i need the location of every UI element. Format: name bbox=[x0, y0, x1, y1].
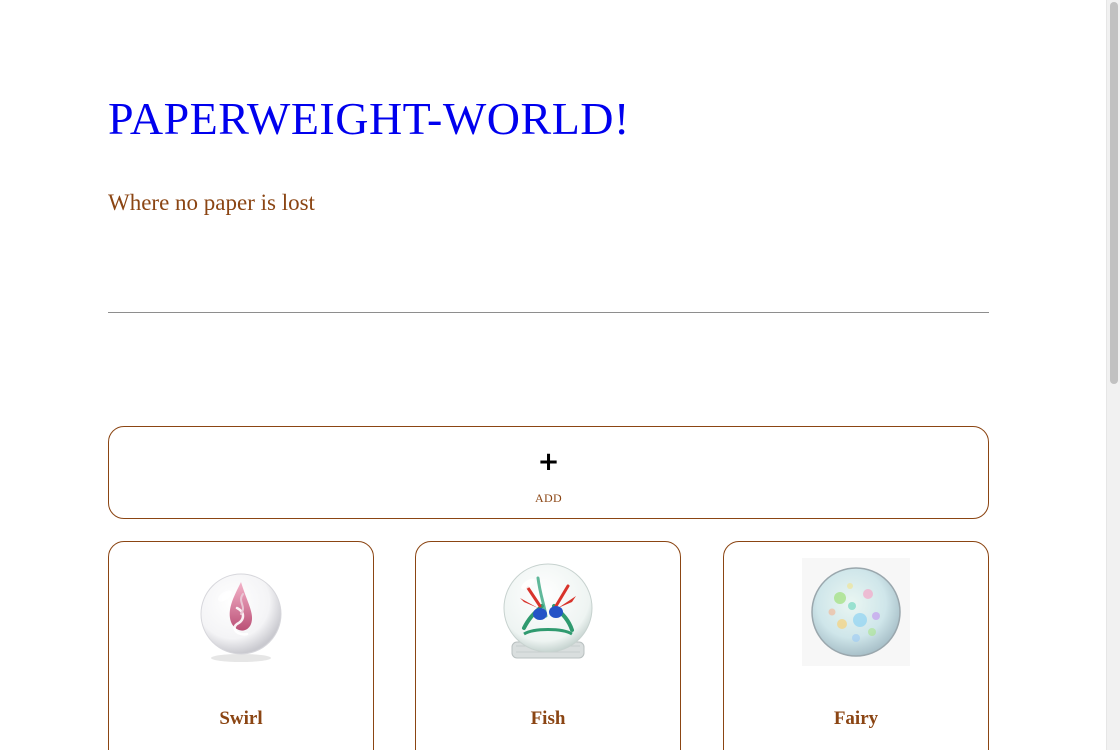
product-name: Fish bbox=[530, 708, 566, 729]
product-card-swirl[interactable]: Swirl bbox=[108, 541, 374, 750]
fairy-paperweight-image bbox=[802, 558, 910, 666]
product-card-fish[interactable]: Fish bbox=[415, 541, 681, 750]
site-tagline: Where no paper is lost bbox=[108, 190, 315, 215]
add-button[interactable]: + ADD bbox=[108, 426, 989, 519]
product-name: Fairy bbox=[833, 708, 879, 729]
add-button-label: ADD bbox=[535, 491, 562, 505]
header-divider bbox=[108, 312, 989, 313]
swirl-paperweight-image bbox=[200, 573, 282, 662]
plus-icon: + bbox=[537, 447, 560, 477]
page: PAPERWEIGHT-WORLD! Where no paper is los… bbox=[0, 0, 1120, 750]
fish-paperweight-image bbox=[503, 563, 593, 659]
product-card-fairy[interactable]: Fairy bbox=[723, 541, 989, 750]
product-name: Swirl bbox=[219, 708, 263, 729]
vertical-scrollbar[interactable] bbox=[1106, 0, 1120, 750]
site-title: PAPERWEIGHT-WORLD! bbox=[108, 93, 630, 144]
scrollbar-thumb[interactable] bbox=[1110, 2, 1118, 384]
